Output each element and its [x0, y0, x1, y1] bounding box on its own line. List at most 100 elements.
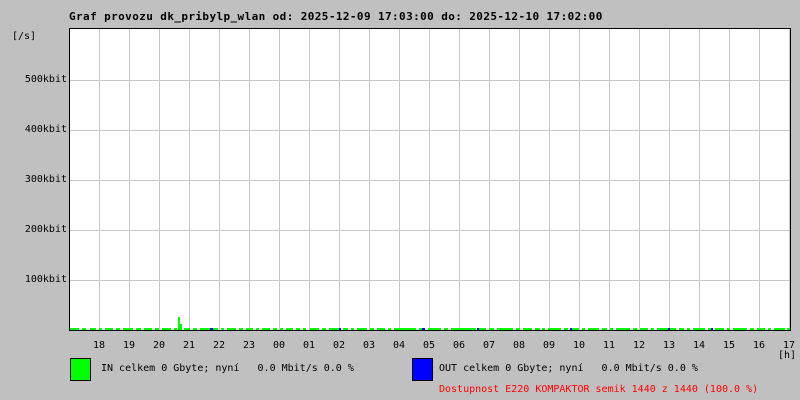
in-traffic-segment [184, 328, 190, 330]
x-axis-label: 10 [572, 340, 586, 351]
in-traffic-segment [571, 328, 579, 330]
in-traffic-segment [246, 328, 253, 330]
in-traffic-segment [178, 317, 180, 330]
in-traffic-segment [757, 328, 765, 330]
x-axis-label: 08 [512, 340, 526, 351]
in-traffic-segment [727, 328, 730, 330]
x-axis-label: 13 [662, 340, 676, 351]
x-axis-label: 07 [482, 340, 496, 351]
in-traffic-segment [497, 328, 513, 330]
in-traffic-segment [99, 328, 102, 330]
y-axis-label: 500kbit [24, 74, 67, 85]
x-axis-label: 15 [722, 340, 736, 351]
in-traffic-segment [633, 328, 637, 330]
in-traffic-segment [174, 328, 177, 330]
in-traffic-segment [451, 328, 476, 330]
x-axis-label: 03 [362, 340, 376, 351]
in-traffic-segment [200, 328, 210, 330]
in-traffic-segment [123, 328, 133, 330]
page-title: Graf provozu dk_pribylp_wlan od: 2025-12… [69, 10, 603, 23]
y-axis-label: 200kbit [24, 224, 67, 235]
in-traffic-segment [136, 328, 141, 330]
in-traffic-segment [343, 328, 348, 330]
x-axis-label: 00 [272, 340, 286, 351]
x-axis-label: 09 [542, 340, 556, 351]
y-axis-unit-label: [/s] [12, 31, 37, 42]
in-traffic-segment [303, 328, 306, 330]
in-traffic-segment [370, 328, 374, 330]
in-traffic-segment [280, 328, 283, 330]
in-traffic-segment [548, 328, 561, 330]
y-axis-label: 400kbit [24, 124, 67, 135]
in-traffic-segment [394, 328, 416, 330]
in-traffic-segment [516, 328, 520, 330]
out-traffic-segment [422, 328, 425, 330]
in-traffic-segment [70, 328, 79, 330]
in-traffic-segment [296, 328, 300, 330]
x-axis-label: 05 [422, 340, 436, 351]
in-traffic-segment [616, 328, 630, 330]
x-axis-label: 06 [452, 340, 466, 351]
in-traffic-segment [535, 328, 540, 330]
in-traffic-segment [774, 328, 785, 330]
in-traffic-segment [322, 328, 326, 330]
in-traffic-segment [286, 328, 293, 330]
in-traffic-segment [733, 328, 747, 330]
x-axis-label: 14 [692, 340, 706, 351]
x-axis-label: 19 [122, 340, 136, 351]
legend-out-label: OUT celkem 0 Gbyte; nyní 0.0 Mbit/s 0.0 … [439, 363, 698, 374]
x-axis-label: 21 [182, 340, 196, 351]
in-traffic-segment [90, 328, 96, 330]
in-traffic-segment [388, 328, 391, 330]
x-axis-unit-label: [h] [777, 350, 796, 361]
in-traffic-segment [588, 328, 599, 330]
out-traffic-segment [339, 328, 341, 330]
in-traffic-segment [651, 328, 654, 330]
in-traffic-segment [693, 328, 705, 330]
x-axis-label: 01 [302, 340, 316, 351]
in-traffic-segment [768, 328, 771, 330]
in-traffic-segment [310, 328, 319, 330]
in-traffic-segment [687, 328, 690, 330]
in-traffic-segment [193, 328, 197, 330]
in-traffic-segment [116, 328, 120, 330]
in-traffic-segment [273, 328, 277, 330]
x-axis-label: 04 [392, 340, 406, 351]
in-traffic-segment [351, 328, 354, 330]
plot-svg [70, 29, 790, 330]
in-traffic-segment [542, 328, 545, 330]
x-axis-label: 22 [212, 340, 226, 351]
in-traffic-segment [144, 328, 152, 330]
x-axis-label: 02 [332, 340, 346, 351]
in-traffic-segment [657, 328, 676, 330]
in-traffic-segment [329, 328, 340, 330]
mrtg-traffic-graph-page: { "page": { "background": "#c0c0c0", "pl… [0, 0, 800, 400]
legend-in-label: IN celkem 0 Gbyte; nyní 0.0 Mbit/s 0.0 % [101, 363, 354, 374]
out-traffic-segment [711, 328, 713, 330]
availability-status-text: Dostupnost E220 KOMPAKTOR semik 1440 z 1… [439, 384, 759, 395]
in-traffic-segment [640, 328, 648, 330]
in-traffic-segment [227, 328, 236, 330]
in-traffic-segment [787, 328, 790, 330]
y-axis-label: 100kbit [24, 274, 67, 285]
legend-out-swatch [412, 358, 433, 381]
in-traffic-segment [262, 328, 270, 330]
in-traffic-segment [239, 328, 243, 330]
in-traffic-segment [213, 328, 218, 330]
x-axis-label: 12 [632, 340, 646, 351]
in-traffic-segment [180, 324, 182, 330]
x-axis-label: 20 [152, 340, 166, 351]
in-traffic-segment [564, 328, 568, 330]
in-traffic-segment [105, 328, 113, 330]
out-traffic-segment [668, 328, 670, 330]
y-axis-label: 300kbit [24, 174, 67, 185]
in-traffic-segment [523, 328, 532, 330]
in-traffic-segment [715, 328, 724, 330]
in-traffic-segment [221, 328, 224, 330]
plot-area [69, 28, 791, 331]
in-traffic-segment [256, 328, 259, 330]
out-traffic-segment [210, 328, 213, 330]
in-traffic-segment [679, 328, 684, 330]
in-traffic-segment [582, 328, 585, 330]
in-traffic-segment [444, 328, 448, 330]
